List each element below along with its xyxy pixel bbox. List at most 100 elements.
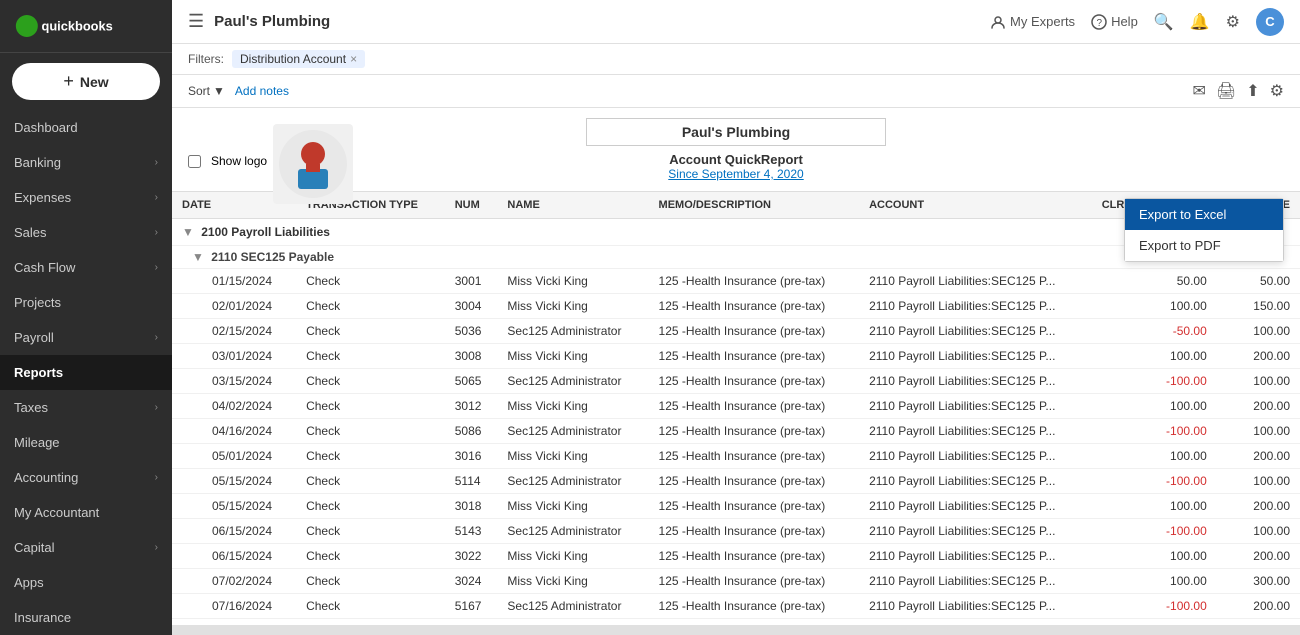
sidebar-item-myaccountant[interactable]: My Accountant (0, 495, 172, 530)
email-button[interactable]: ✉ (1193, 81, 1206, 101)
cell-num: 5114 (445, 469, 498, 494)
sort-button[interactable]: Sort ▼ (188, 84, 225, 98)
cell-date: 03/01/2024 (172, 344, 296, 369)
cell-name: Miss Vicki King (497, 269, 648, 294)
table-row[interactable]: 05/15/2024Check3018Miss Vicki King125 -H… (172, 494, 1300, 519)
show-logo-area: Show logo (188, 118, 353, 204)
table-row[interactable]: 07/02/2024Check3024Miss Vicki King125 -H… (172, 569, 1300, 594)
cell-type: Check (296, 569, 445, 594)
filter-bar: Filters: Distribution Account × (172, 44, 1300, 75)
cell-memo: 125 -Health Insurance (pre-tax) (649, 394, 860, 419)
report-date-range[interactable]: Since September 4, 2020 (586, 167, 886, 181)
cell-clr (1092, 319, 1140, 344)
cell-num: 3004 (445, 294, 498, 319)
table-row[interactable]: 02/01/2024Check3004Miss Vicki King125 -H… (172, 294, 1300, 319)
sidebar-item-mileage[interactable]: Mileage (0, 425, 172, 460)
table-row[interactable]: 06/15/2024Check5143Sec125 Administrator1… (172, 519, 1300, 544)
print-button[interactable]: 🖨 (1216, 81, 1236, 101)
cell-balance: 300.00 (1217, 569, 1300, 594)
cell-balance: 150.00 (1217, 294, 1300, 319)
filter-tag-label: Distribution Account (240, 52, 346, 66)
cell-name: Miss Vicki King (497, 444, 648, 469)
search-button[interactable]: 🔍 (1154, 12, 1174, 32)
cell-memo: 125 -Health Insurance (pre-tax) (649, 369, 860, 394)
cell-date: 07/16/2024 (172, 594, 296, 619)
help-button[interactable]: ? Help (1091, 14, 1138, 30)
col-name: NAME (497, 192, 648, 219)
main-content: ☰ Paul's Plumbing My Experts ? Help 🔍 🔔 … (172, 0, 1300, 635)
add-notes-label: Add notes (235, 84, 289, 98)
hamburger-menu-button[interactable]: ☰ (188, 11, 204, 32)
table-row[interactable]: 06/15/2024Check3022Miss Vicki King125 -H… (172, 544, 1300, 569)
cell-date: 02/15/2024 (172, 319, 296, 344)
report-company-name: Paul's Plumbing (682, 124, 790, 140)
sidebar-item-banking[interactable]: Banking › (0, 145, 172, 180)
sidebar-label-mileage: Mileage (14, 435, 60, 450)
table-row[interactable]: 04/16/2024Check5086Sec125 Administrator1… (172, 419, 1300, 444)
show-logo-checkbox[interactable] (188, 155, 201, 168)
cell-account: 2110 Payroll Liabilities:SEC125 P... (859, 394, 1092, 419)
table-row[interactable]: 02/15/2024Check5036Sec125 Administrator1… (172, 319, 1300, 344)
cell-num: 3008 (445, 344, 498, 369)
add-notes-button[interactable]: Add notes (235, 84, 289, 98)
sidebar-item-accounting[interactable]: Accounting › (0, 460, 172, 495)
plumber-logo-svg (278, 129, 348, 199)
cell-memo: 125 -Health Insurance (pre-tax) (649, 494, 860, 519)
cell-memo: 125 -Health Insurance (pre-tax) (649, 294, 860, 319)
table-row[interactable]: 04/02/2024Check3012Miss Vicki King125 -H… (172, 394, 1300, 419)
cell-num: 3012 (445, 394, 498, 419)
cell-name: Sec125 Administrator (497, 319, 648, 344)
cell-memo: 125 -Health Insurance (pre-tax) (649, 519, 860, 544)
new-button[interactable]: + New (12, 63, 160, 100)
my-experts-button[interactable]: My Experts (990, 14, 1075, 30)
sidebar-item-capital[interactable]: Capital › (0, 530, 172, 565)
table-row[interactable]: 05/01/2024Check3016Miss Vicki King125 -H… (172, 444, 1300, 469)
cell-amount: -100.00 (1140, 369, 1217, 394)
group-label: 2100 Payroll Liabilities (201, 225, 330, 239)
sidebar-item-apps[interactable]: Apps (0, 565, 172, 600)
export-pdf-item[interactable]: Export to PDF (1125, 230, 1283, 261)
horizontal-scrollbar[interactable] (172, 625, 1300, 635)
sidebar-item-projects[interactable]: Projects (0, 285, 172, 320)
cell-type: Check (296, 344, 445, 369)
table-row[interactable]: 03/01/2024Check3008Miss Vicki King125 -H… (172, 344, 1300, 369)
cell-type: Check (296, 594, 445, 619)
sidebar-item-payroll[interactable]: Payroll › (0, 320, 172, 355)
sidebar-item-reports[interactable]: Reports (0, 355, 172, 390)
sidebar-item-insurance[interactable]: Insurance (0, 600, 172, 635)
col-memo: MEMO/DESCRIPTION (649, 192, 860, 219)
sidebar-item-expenses[interactable]: Expenses › (0, 180, 172, 215)
filter-close-icon[interactable]: × (350, 52, 357, 66)
table-row[interactable]: 07/16/2024Check5167Sec125 Administrator1… (172, 594, 1300, 619)
collapse-arrow-icon[interactable]: ▼ (182, 225, 194, 239)
sidebar-label-reports: Reports (14, 365, 63, 380)
cell-balance: 100.00 (1217, 419, 1300, 444)
action-bar-left: Sort ▼ Add notes (188, 84, 289, 98)
sidebar-item-taxes[interactable]: Taxes › (0, 390, 172, 425)
report-title-area: Paul's Plumbing Account QuickReport Sinc… (586, 118, 886, 181)
notifications-button[interactable]: 🔔 (1190, 12, 1210, 32)
export-excel-item[interactable]: Export to Excel (1125, 199, 1283, 230)
table-row[interactable]: 03/15/2024Check5065Sec125 Administrator1… (172, 369, 1300, 394)
cell-clr (1092, 269, 1140, 294)
sidebar-item-sales[interactable]: Sales › (0, 215, 172, 250)
export-button[interactable]: ⬆ (1246, 81, 1259, 101)
cell-amount: -100.00 (1140, 469, 1217, 494)
cell-date: 07/02/2024 (172, 569, 296, 594)
cell-account: 2110 Payroll Liabilities:SEC125 P... (859, 594, 1092, 619)
col-num: NUM (445, 192, 498, 219)
settings-button[interactable]: ⚙ (1226, 12, 1240, 32)
sidebar-item-cashflow[interactable]: Cash Flow › (0, 250, 172, 285)
cell-account: 2110 Payroll Liabilities:SEC125 P... (859, 294, 1092, 319)
subgroup-label: 2110 SEC125 Payable (211, 250, 334, 264)
collapse-sub-arrow-icon[interactable]: ▼ (192, 250, 204, 264)
filter-tag-distribution: Distribution Account × (232, 50, 365, 68)
cell-balance: 100.00 (1217, 319, 1300, 344)
sidebar-item-dashboard[interactable]: Dashboard (0, 110, 172, 145)
company-name-box: Paul's Plumbing (586, 118, 886, 146)
table-row[interactable]: 05/15/2024Check5114Sec125 Administrator1… (172, 469, 1300, 494)
gear-settings-button[interactable]: ⚙ (1270, 81, 1284, 101)
table-row[interactable]: 01/15/2024Check3001Miss Vicki King125 -H… (172, 269, 1300, 294)
avatar[interactable]: C (1256, 8, 1284, 36)
topbar-right: My Experts ? Help 🔍 🔔 ⚙ C (990, 8, 1284, 36)
